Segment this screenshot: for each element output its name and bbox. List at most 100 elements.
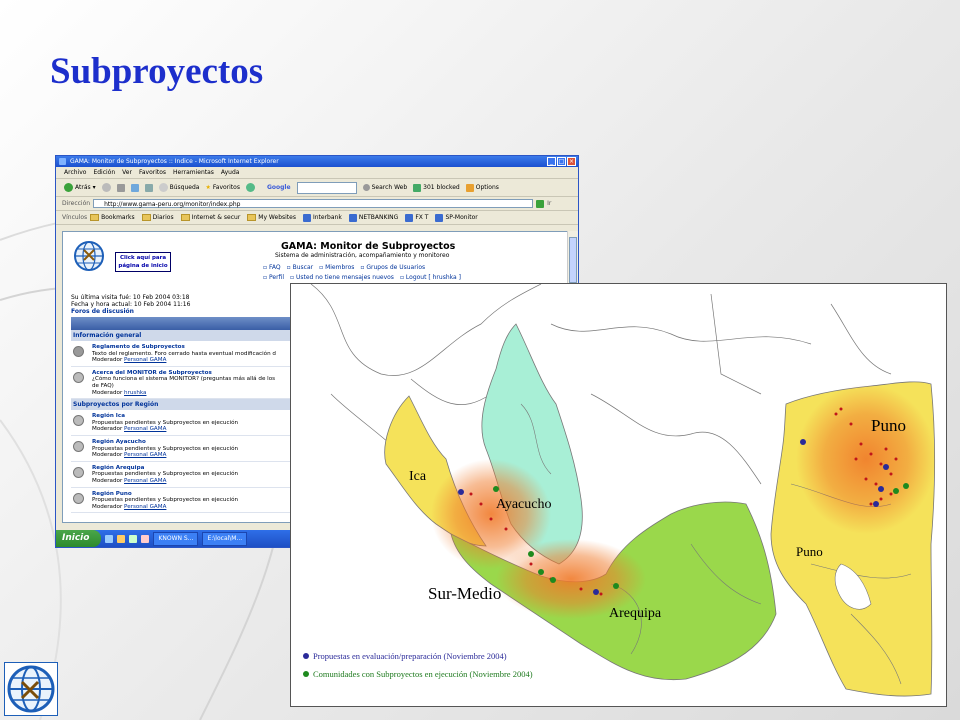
favorites-button[interactable]: ★ Favoritos	[205, 184, 239, 191]
nav-logout[interactable]: ▫ Logout [ hrushka ]	[400, 274, 461, 281]
project-map: Ica Ayacucho Sur-Medio Arequipa Puno Pun…	[290, 283, 947, 707]
maximize-button[interactable]: □	[557, 157, 566, 166]
task-explorer[interactable]: E:\local\M...	[202, 531, 248, 546]
minimize-button[interactable]: _	[547, 157, 556, 166]
link-bookmarks[interactable]: Bookmarks	[90, 214, 135, 221]
quicklaunch-icon[interactable]	[129, 534, 138, 543]
site-title: GAMA: Monitor de Subproyectos	[281, 241, 456, 252]
folder-icon	[141, 214, 151, 221]
history-icon[interactable]	[245, 183, 255, 192]
start-button[interactable]: Inicio	[56, 530, 102, 547]
moderator-link[interactable]: Personal GAMA	[124, 504, 166, 510]
search-button[interactable]: Búsqueda	[158, 183, 199, 192]
options-icon	[465, 183, 474, 192]
forward-icon[interactable]	[101, 183, 111, 192]
locked-forum-icon	[73, 346, 84, 357]
star-icon: ★	[205, 184, 211, 191]
label-sur-medio: Sur-Medio	[428, 584, 502, 603]
slide-title: Subproyectos	[50, 51, 264, 92]
folder-icon	[180, 214, 190, 221]
popup-blocked-button[interactable]: 301 blocked	[413, 183, 460, 192]
page-icon	[405, 213, 414, 222]
search-icon	[158, 183, 168, 192]
google-label: Google	[266, 184, 291, 191]
close-button[interactable]: ×	[567, 157, 576, 166]
folder-icon	[247, 214, 257, 221]
forum-title[interactable]: Región Ica	[92, 413, 238, 420]
menu-archivo[interactable]: Archivo	[64, 167, 86, 178]
search-web-button[interactable]: Search Web	[362, 184, 407, 191]
forums-link[interactable]: Foros de discusión	[71, 308, 134, 315]
quicklaunch-icon[interactable]	[141, 534, 150, 543]
nav-buscar[interactable]: ▫ Buscar	[287, 264, 313, 271]
current-date: Fecha y hora actual: 10 Feb 2004 11:16	[71, 301, 191, 308]
forum-title[interactable]: Región Ayacucho	[92, 439, 238, 446]
back-button[interactable]: Atrás ▾	[64, 183, 96, 192]
back-arrow-icon	[64, 183, 73, 192]
moderator-link[interactable]: Personal GAMA	[124, 426, 166, 432]
forum-icon	[73, 466, 84, 478]
folder-icon	[90, 214, 100, 221]
go-arrow-icon[interactable]	[536, 199, 545, 208]
nav-grupos[interactable]: ▫ Grupos de Usuarios	[360, 264, 425, 271]
quicklaunch-icon[interactable]	[105, 534, 114, 543]
stop-icon[interactable]	[116, 183, 125, 192]
page-icon	[302, 213, 311, 222]
forum-icon	[73, 492, 84, 504]
home-link-box[interactable]: Click aquí para página de inicio	[115, 252, 171, 272]
moderator-link[interactable]: Personal GAMA	[124, 478, 166, 484]
forum-desc: Propuestas pendientes y Subproyectos en …	[92, 497, 239, 504]
address-input[interactable]: http://www.gama-peru.org/monitor/index.p…	[93, 199, 534, 208]
label-arequipa: Arequipa	[609, 606, 662, 621]
scroll-thumb[interactable]	[569, 237, 577, 283]
label-ica: Ica	[409, 469, 427, 484]
forum-title[interactable]: Reglamento de Subproyectos	[92, 344, 276, 351]
nav-miembros[interactable]: ▫ Miembros	[319, 264, 354, 271]
site-subtitle: Sistema de administración, acompañamient…	[275, 252, 450, 259]
moderator-link[interactable]: Personal GAMA	[124, 452, 166, 458]
address-label: Dirección	[62, 200, 91, 207]
link-netbanking[interactable]: NETBANKING	[348, 213, 398, 222]
window-title: GAMA: Monitor de Subproyectos :: Indice …	[70, 158, 279, 165]
label-ayacucho: Ayacucho	[496, 497, 552, 512]
forum-icon	[73, 440, 84, 452]
menu-herramientas[interactable]: Herramientas	[173, 167, 214, 178]
link-internet-secur[interactable]: Internet & secur	[180, 214, 240, 221]
go-label[interactable]: Ir	[547, 200, 551, 207]
link-diarios[interactable]: Diarios	[141, 214, 174, 221]
label-puno-north: Puno	[871, 416, 906, 435]
refresh-icon[interactable]	[130, 183, 139, 192]
options-button[interactable]: Options	[465, 183, 499, 192]
menu-ayuda[interactable]: Ayuda	[221, 167, 240, 178]
home-icon[interactable]	[144, 183, 153, 192]
site-nav-user: ▫ Perfil ▫ Usted no tiene mensajes nuevo…	[263, 274, 461, 281]
legend-proposals: Propuestas en evaluación/preparación (No…	[303, 651, 507, 661]
nav-perfil[interactable]: ▫ Perfil	[263, 274, 284, 281]
quicklaunch-icon[interactable]	[117, 534, 126, 543]
link-my-websites[interactable]: My Websites	[247, 214, 296, 221]
menu-edicion[interactable]: Edición	[93, 167, 115, 178]
links-label: Vínculos	[62, 214, 88, 221]
menu-ver[interactable]: Ver	[122, 167, 132, 178]
links-bar: Vínculos Bookmarks Diarios Internet & se…	[56, 211, 578, 225]
forum-icon	[73, 415, 84, 427]
gama-globe-logo[interactable]	[73, 240, 105, 272]
forum-desc: Propuestas pendientes y Subproyectos en …	[92, 419, 239, 426]
nav-faq[interactable]: ▫ FAQ	[263, 264, 281, 271]
task-known[interactable]: KNOWN S...	[153, 531, 199, 546]
legend-green-dot	[303, 671, 309, 677]
menu-favoritos[interactable]: Favoritos	[139, 167, 166, 178]
google-search-input[interactable]	[296, 181, 357, 194]
toolbar: Atrás ▾ Búsqueda ★ Favoritos Google Searc…	[56, 179, 578, 197]
moderator-link[interactable]: hrushka	[124, 390, 146, 396]
link-fxt[interactable]: FX T	[405, 213, 428, 222]
nav-mensajes[interactable]: ▫ Usted no tiene mensajes nuevos	[290, 274, 394, 281]
last-visit: Su última visita fué: 10 Feb 2004 03:18	[71, 294, 190, 301]
link-sp-monitor[interactable]: SP-Monitor	[435, 213, 478, 222]
label-puno-south: Puno	[796, 544, 823, 559]
moderator-link[interactable]: Personal GAMA	[124, 357, 166, 363]
link-interbank[interactable]: Interbank	[302, 213, 342, 222]
page-icon	[348, 213, 357, 222]
forum-desc-cont: de FAQ)	[92, 382, 114, 389]
visit-info: Su última visita fué: 10 Feb 2004 03:18 …	[71, 294, 190, 308]
